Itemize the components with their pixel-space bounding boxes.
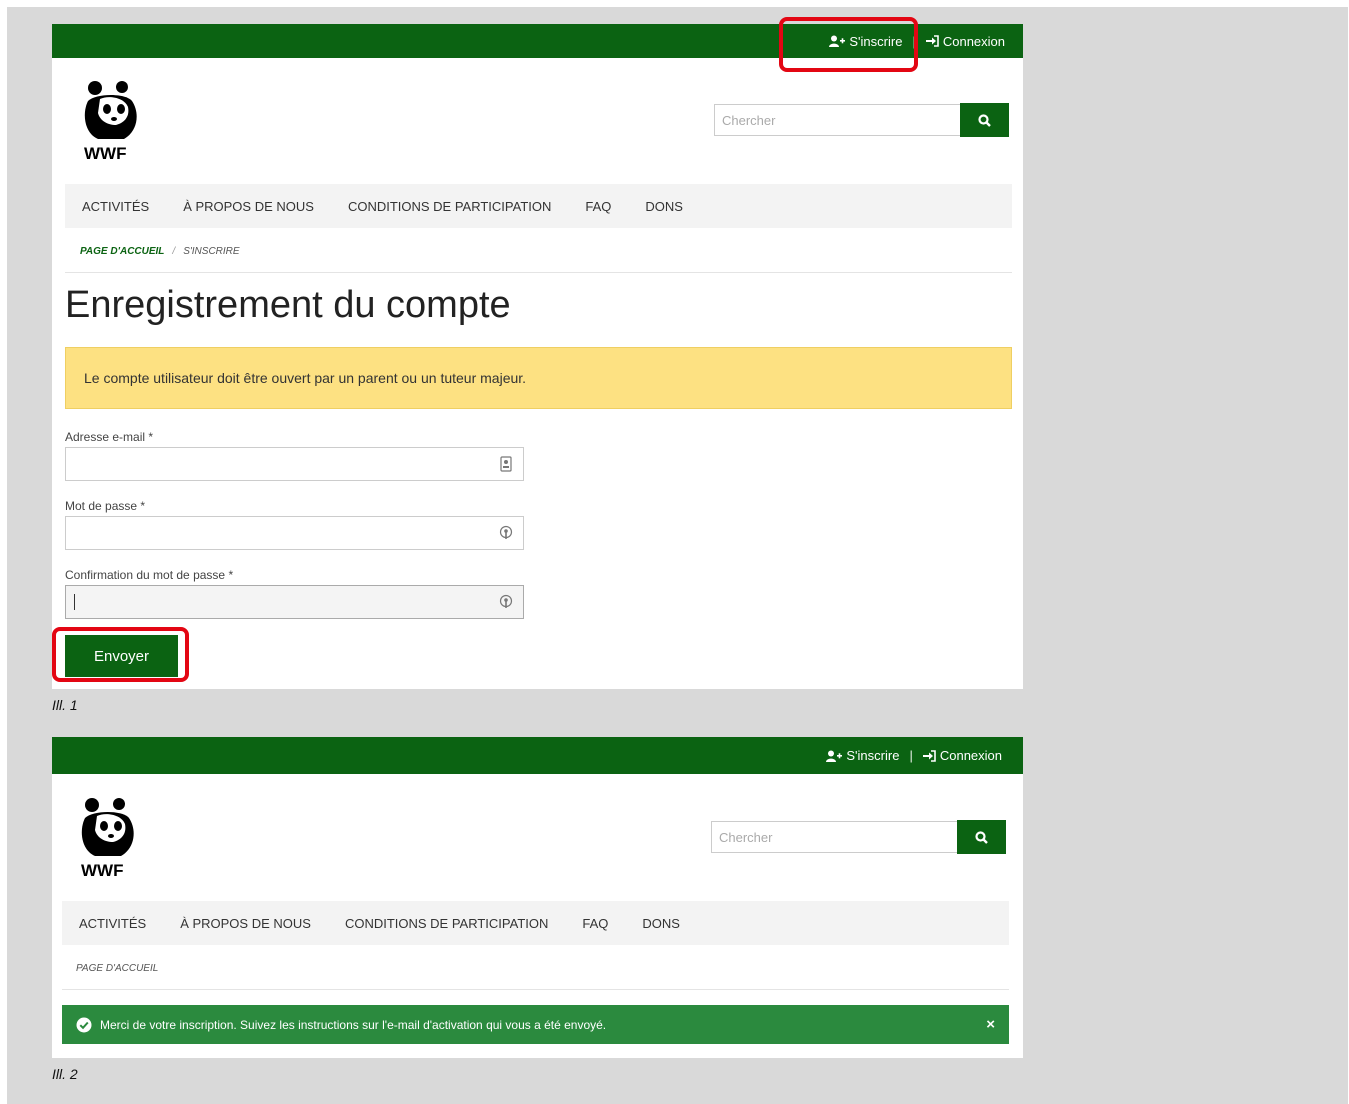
highlight-submit (52, 627, 189, 682)
breadcrumb-home[interactable]: PAGE D'ACCUEIL (80, 246, 164, 257)
contact-card-icon (500, 456, 512, 472)
search-button[interactable] (957, 820, 1006, 854)
email-field[interactable] (65, 447, 524, 481)
wwf-logo[interactable]: WWF (80, 79, 142, 168)
top-bar: S'inscrire | Connexion (52, 737, 1023, 774)
highlight-signup (779, 17, 918, 72)
signup-label: S'inscrire (846, 748, 900, 763)
caption-ill-1: Ill. 1 (52, 697, 78, 713)
nav-item-dons[interactable]: DONS (628, 199, 700, 214)
confirm-password-label: Confirmation du mot de passe * (65, 568, 233, 582)
nav-item-conditions[interactable]: CONDITIONS DE PARTICIPATION (331, 199, 568, 214)
caption-ill-2: Ill. 2 (52, 1066, 78, 1082)
main-nav: ACTIVITÉS À PROPOS DE NOUS CONDITIONS DE… (62, 901, 1009, 945)
search-icon (975, 830, 988, 844)
required-mark: * (228, 568, 234, 582)
search-form: Chercher (714, 103, 1009, 137)
close-icon[interactable]: × (986, 1016, 995, 1033)
logo-text: WWF (84, 144, 126, 163)
login-link[interactable]: Connexion (925, 33, 1005, 49)
main-nav: ACTIVITÉS À PROPOS DE NOUS CONDITIONS DE… (65, 184, 1012, 228)
password-manager-icon (499, 594, 513, 608)
confirm-label-text: Confirmation du mot de passe (65, 568, 226, 582)
wwf-logo[interactable]: WWF (77, 796, 139, 885)
panda-logo-icon: WWF (81, 798, 134, 880)
user-plus-icon (826, 750, 843, 762)
confirm-password-field[interactable] (65, 585, 524, 619)
breadcrumb-separator: / (172, 246, 176, 257)
header-separator: | (909, 748, 913, 763)
search-input[interactable]: Chercher (711, 821, 957, 853)
nav-item-dons[interactable]: DONS (625, 916, 697, 931)
search-icon (978, 113, 991, 127)
page-title: Enregistrement du compte (65, 284, 511, 326)
breadcrumb-current: S'INSCRIRE (183, 246, 240, 257)
divider (62, 989, 1009, 990)
email-label-text: Adresse e-mail (65, 430, 146, 444)
sign-in-icon (925, 35, 939, 47)
password-manager-icon (499, 525, 513, 539)
signup-link[interactable]: S'inscrire (826, 748, 899, 763)
login-label: Connexion (939, 748, 1002, 763)
required-mark: * (140, 499, 146, 513)
search-input[interactable]: Chercher (714, 104, 960, 136)
warning-alert: Le compte utilisateur doit être ouvert p… (65, 347, 1012, 409)
check-circle-icon (76, 1017, 92, 1033)
login-label: Connexion (942, 33, 1005, 49)
nav-item-faq[interactable]: FAQ (565, 916, 625, 931)
password-label-text: Mot de passe (65, 499, 138, 513)
logo-text: WWF (81, 861, 123, 880)
screenshot-ill-1: S'inscrire | Connexion WWF Chercher ACTI (52, 24, 1023, 689)
breadcrumb-home[interactable]: PAGE D'ACCUEIL (76, 963, 158, 974)
nav-item-conditions[interactable]: CONDITIONS DE PARTICIPATION (328, 916, 565, 931)
login-link[interactable]: Connexion (922, 748, 1002, 763)
email-label: Adresse e-mail * (65, 430, 153, 444)
search-button[interactable] (960, 103, 1009, 137)
breadcrumb: PAGE D'ACCUEIL (76, 963, 158, 974)
nav-item-about[interactable]: À PROPOS DE NOUS (163, 916, 328, 931)
password-label: Mot de passe * (65, 499, 145, 513)
required-mark: * (148, 430, 154, 444)
screenshot-ill-2: S'inscrire | Connexion WWF Chercher ACTI (52, 737, 1023, 1058)
panda-logo-icon: WWF (84, 81, 137, 163)
nav-item-about[interactable]: À PROPOS DE NOUS (166, 199, 331, 214)
divider (65, 272, 1012, 273)
nav-item-activites[interactable]: ACTIVITÉS (65, 199, 166, 214)
sign-in-icon (922, 749, 936, 762)
text-cursor (74, 594, 75, 610)
nav-item-faq[interactable]: FAQ (568, 199, 628, 214)
success-message: Merci de votre inscription. Suivez les i… (100, 1017, 607, 1032)
breadcrumb: PAGE D'ACCUEIL / S'INSCRIRE (80, 246, 240, 257)
success-alert: Merci de votre inscription. Suivez les i… (62, 1005, 1009, 1044)
password-field[interactable] (65, 516, 524, 550)
nav-item-activites[interactable]: ACTIVITÉS (62, 916, 163, 931)
search-form: Chercher (711, 820, 1006, 854)
